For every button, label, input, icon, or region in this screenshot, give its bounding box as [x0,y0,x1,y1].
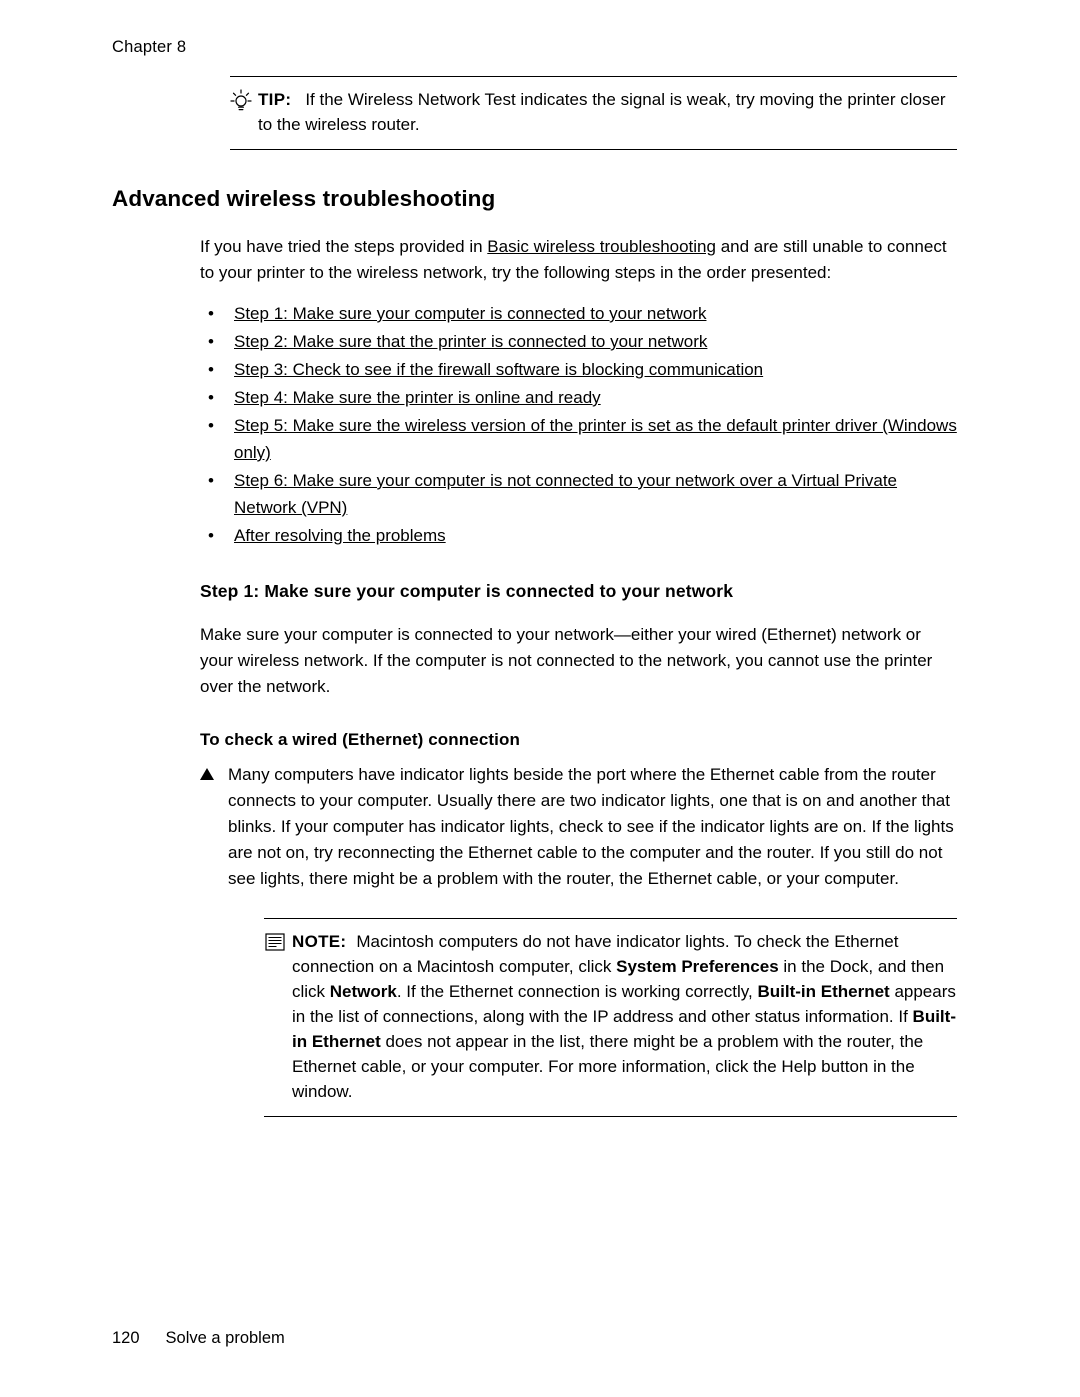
page-footer: 120 Solve a problem [112,1329,285,1348]
chapter-label: Chapter 8 [112,38,187,56]
step1-paragraph: Make sure your computer is connected to … [200,625,933,696]
section-intro: If you have tried the steps provided in … [200,234,957,286]
note-text-3: . If the Ethernet connection is working … [396,982,758,1001]
note-bold-builtin-ethernet-1: Built-in Ethernet [757,982,890,1001]
list-item[interactable]: Step 3: Check to see if the firewall sof… [200,356,957,383]
list-item[interactable]: Step 1: Make sure your computer is conne… [200,300,957,327]
page-content: TIP: If the Wireless Network Test indicat… [112,76,957,1117]
note-callout: NOTE: Macintosh computers do not have ind… [264,918,957,1117]
note-body: NOTE: Macintosh computers do not have ind… [292,929,957,1104]
list-item[interactable]: Step 6: Make sure your computer is not c… [200,467,957,521]
note-label: NOTE: [292,932,347,951]
note-icon [264,929,292,958]
list-item[interactable]: After resolving the problems [200,522,957,549]
list-item[interactable]: Step 5: Make sure the wireless version o… [200,412,957,466]
ethernet-check-bullet: Many computers have indicator lights bes… [200,762,957,892]
tip-callout: TIP: If the Wireless Network Test indicat… [230,76,957,150]
list-item[interactable]: Step 4: Make sure the printer is online … [200,384,957,411]
intro-text-before: If you have tried the steps provided in [200,237,488,256]
step1-heading: Step 1: Make sure your computer is conne… [200,581,734,601]
footer-section-name: Solve a problem [165,1329,285,1347]
tip-label: TIP: [258,90,292,109]
tip-text: If the Wireless Network Test indicates t… [258,90,946,134]
note-bold-system-preferences: System Preferences [616,957,779,976]
note-bold-network: Network [329,982,397,1001]
steps-list: Step 1: Make sure your computer is conne… [200,300,957,549]
document-page: Chapter 8 TIP: If the Wireless Network T… [0,0,1080,1397]
tip-body: TIP: If the Wireless Network Test indicat… [258,87,957,137]
footer-page-number: 120 [112,1329,140,1347]
ethernet-check-text: Many computers have indicator lights bes… [228,765,954,888]
section-title: Advanced wireless troubleshooting [112,186,496,211]
note-text-5: does not appear in the list, there might… [292,1032,924,1101]
lightbulb-icon [230,87,258,118]
basic-wireless-troubleshooting-link[interactable]: Basic wireless troubleshooting [487,237,716,256]
triangle-bullet-icon [200,762,228,782]
ethernet-check-subheading: To check a wired (Ethernet) connection [200,730,520,749]
list-item[interactable]: Step 2: Make sure that the printer is co… [200,328,957,355]
note-wrapper: NOTE: Macintosh computers do not have ind… [264,918,957,1117]
